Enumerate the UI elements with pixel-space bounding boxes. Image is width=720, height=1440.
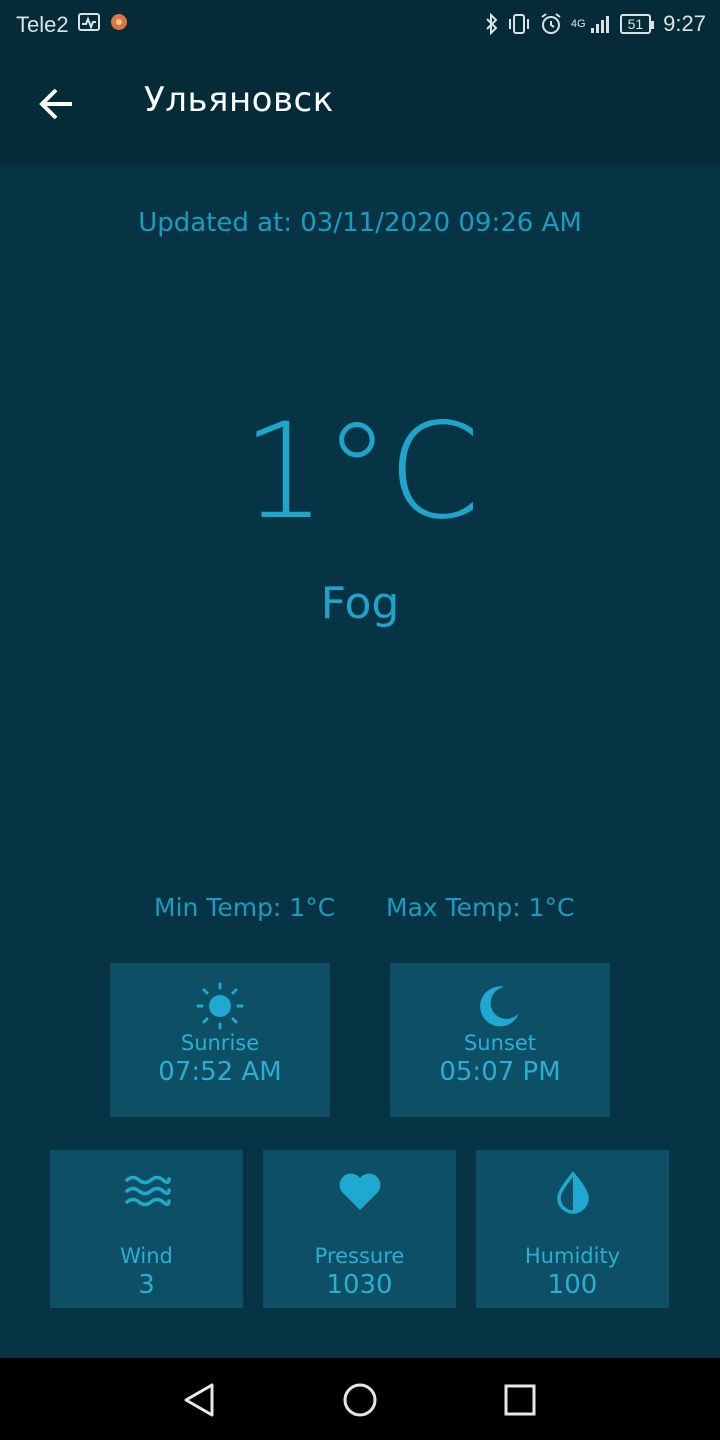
battery-indicator: 51 — [619, 14, 654, 34]
moon-icon — [480, 986, 519, 1027]
wind-value: 3 — [138, 1270, 155, 1300]
updated-at-text: Updated at: 03/11/2020 09:26 AM — [138, 208, 582, 238]
wind-label: Wind — [120, 1244, 173, 1268]
sun-icon — [196, 982, 244, 1030]
status-bar: Tele2 4G 51 9:27 — [0, 0, 720, 50]
nav-back-button[interactable] — [180, 1380, 220, 1420]
min-temp: Min Temp: 1°C — [154, 893, 336, 922]
nav-recents-button[interactable] — [500, 1380, 540, 1420]
activity-icon — [78, 13, 100, 31]
circle-home-icon — [343, 1383, 377, 1417]
max-temp: Max Temp: 1°C — [386, 893, 575, 922]
wind-card: Wind 3 — [50, 1150, 243, 1308]
signal-icon — [590, 16, 609, 33]
current-temperature: 1°C — [241, 395, 480, 549]
alarm-icon — [541, 13, 561, 34]
sunset-card: Sunset 05:07 PM — [390, 963, 610, 1117]
nav-home-button[interactable] — [340, 1380, 380, 1420]
app-notification-icon — [111, 14, 127, 30]
carrier-name: Tele2 — [16, 12, 69, 37]
page-title: Ульяновск — [144, 80, 334, 120]
sunrise-card: Sunrise 07:52 AM — [110, 963, 330, 1117]
square-recents-icon — [504, 1384, 536, 1416]
sunrise-label: Sunrise — [180, 1031, 260, 1055]
weather-condition: Fog — [320, 578, 400, 629]
network-type: 4G — [570, 18, 586, 30]
pressure-label: Pressure — [314, 1244, 405, 1268]
back-button[interactable] — [34, 84, 78, 128]
drop-icon — [556, 1171, 589, 1214]
sunrise-value: 07:52 AM — [158, 1057, 282, 1087]
triangle-back-icon — [184, 1383, 214, 1417]
pressure-card: Pressure 1030 — [263, 1150, 456, 1308]
vibrate-icon — [508, 14, 529, 34]
app-bar: Ульяновск — [0, 50, 720, 160]
sunset-value: 05:07 PM — [439, 1057, 561, 1087]
humidity-label: Humidity — [524, 1244, 621, 1268]
system-nav-bar — [0, 1358, 720, 1440]
bluetooth-icon — [486, 13, 498, 35]
humidity-value: 100 — [547, 1270, 598, 1300]
sunset-label: Sunset — [463, 1031, 537, 1055]
heart-icon — [339, 1173, 380, 1210]
clock: 9:27 — [663, 11, 706, 36]
pressure-value: 1030 — [326, 1270, 393, 1300]
humidity-card: Humidity 100 — [476, 1150, 669, 1308]
waves-icon — [124, 1175, 171, 1207]
arrow-left-icon — [39, 88, 72, 120]
